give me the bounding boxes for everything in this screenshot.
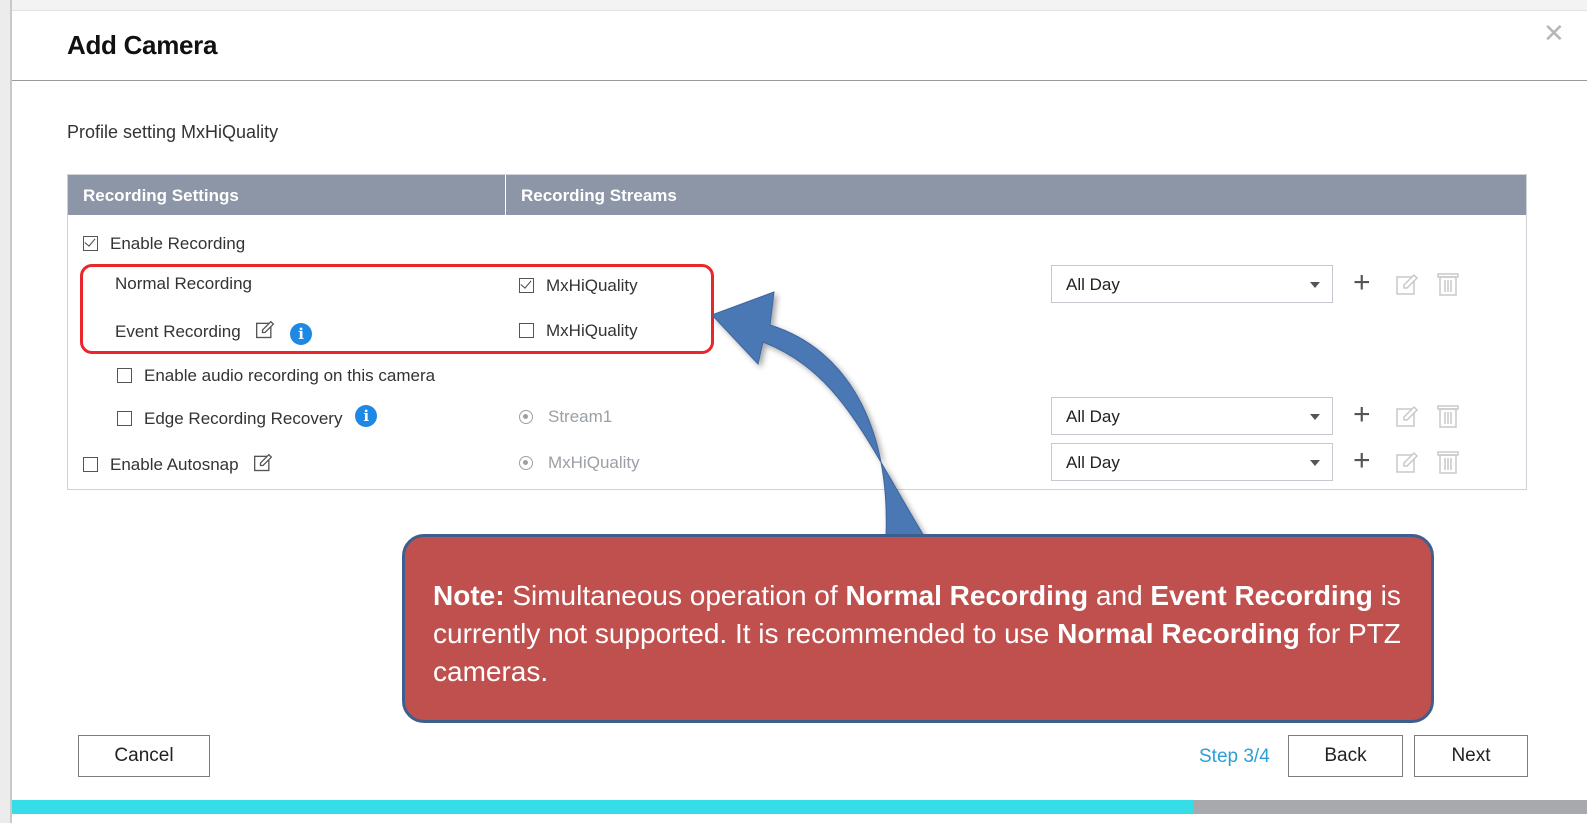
edge-recovery-stream-row: Stream1 [519, 407, 612, 427]
note-bold-normal-recording: Normal Recording [1057, 618, 1300, 649]
edge-recovery-schedule-select[interactable]: All Day [1051, 397, 1333, 435]
back-button[interactable]: Back [1288, 735, 1403, 777]
edit-schedule-icon[interactable] [1395, 405, 1419, 429]
edge-recovery-row[interactable]: Edge Recording Recovery i [117, 405, 378, 429]
callout-arrow [711, 291, 925, 537]
edge-recovery-label: Edge Recording Recovery [144, 409, 343, 428]
note-prefix: Note: [433, 580, 505, 611]
audio-recording-checkbox[interactable] [117, 368, 132, 383]
panel-header: Recording Settings Recording Streams [68, 175, 1526, 215]
cancel-button[interactable]: Cancel [78, 735, 210, 777]
window-left-edge [0, 0, 12, 823]
chevron-down-icon [1310, 460, 1320, 466]
autosnap-row[interactable]: Enable Autosnap [83, 453, 273, 475]
autosnap-stream-radio [519, 456, 533, 470]
edit-icon[interactable] [253, 453, 273, 473]
note-text: Note: Simultaneous operation of Normal R… [433, 577, 1413, 691]
edge-recovery-checkbox[interactable] [117, 411, 132, 426]
header-divider [505, 175, 506, 215]
autosnap-label: Enable Autosnap [110, 455, 239, 474]
highlight-box [80, 264, 714, 354]
audio-recording-row[interactable]: Enable audio recording on this camera [117, 366, 435, 386]
window-top-strip [12, 0, 1587, 11]
step-indicator: Step 3/4 [1199, 746, 1270, 767]
info-icon[interactable]: i [355, 405, 378, 427]
edit-schedule-icon[interactable] [1395, 273, 1419, 297]
autosnap-stream-label: MxHiQuality [548, 453, 640, 472]
progress-bar-fill [12, 800, 1194, 814]
note-bold-normal-recording: Normal Recording [845, 580, 1089, 611]
delete-schedule-icon[interactable] [1436, 403, 1460, 429]
chevron-down-icon [1310, 414, 1320, 420]
dialog-title: Add Camera [67, 30, 218, 60]
autosnap-checkbox[interactable] [83, 457, 98, 472]
enable-recording-row[interactable]: Enable Recording [83, 234, 245, 254]
header-recording-streams: Recording Streams [521, 186, 677, 205]
progress-bar [12, 800, 1587, 814]
edit-schedule-icon[interactable] [1395, 451, 1419, 475]
autosnap-stream-row: MxHiQuality [519, 453, 640, 473]
edge-recovery-stream-radio [519, 410, 533, 424]
note-text-part: and [1088, 580, 1151, 611]
add-schedule-plus-icon[interactable]: + [1353, 446, 1371, 476]
normal-recording-schedule-value: All Day [1066, 275, 1120, 294]
enable-recording-checkbox[interactable] [83, 236, 98, 251]
title-divider [12, 80, 1587, 81]
enable-recording-label: Enable Recording [110, 234, 246, 253]
autosnap-schedule-select[interactable]: All Day [1051, 443, 1333, 481]
close-icon[interactable]: ✕ [1543, 20, 1565, 46]
note-bold-event-recording: Event Recording [1150, 580, 1373, 611]
audio-recording-label: Enable audio recording on this camera [144, 366, 436, 385]
header-recording-settings: Recording Settings [83, 186, 239, 205]
add-schedule-plus-icon[interactable]: + [1353, 400, 1371, 430]
edge-recovery-stream-label: Stream1 [548, 407, 613, 426]
autosnap-schedule-value: All Day [1066, 453, 1120, 472]
edge-recovery-schedule-value: All Day [1066, 407, 1120, 426]
profile-setting-label: Profile setting MxHiQuality [67, 122, 279, 142]
note-text-part: Simultaneous operation of [504, 580, 846, 611]
note-callout: Note: Simultaneous operation of Normal R… [402, 534, 1434, 723]
delete-schedule-icon[interactable] [1436, 449, 1460, 475]
chevron-down-icon [1310, 282, 1320, 288]
add-schedule-plus-icon[interactable]: + [1353, 268, 1371, 298]
delete-schedule-icon[interactable] [1436, 271, 1460, 297]
normal-recording-schedule-select[interactable]: All Day [1051, 265, 1333, 303]
next-button[interactable]: Next [1414, 735, 1528, 777]
